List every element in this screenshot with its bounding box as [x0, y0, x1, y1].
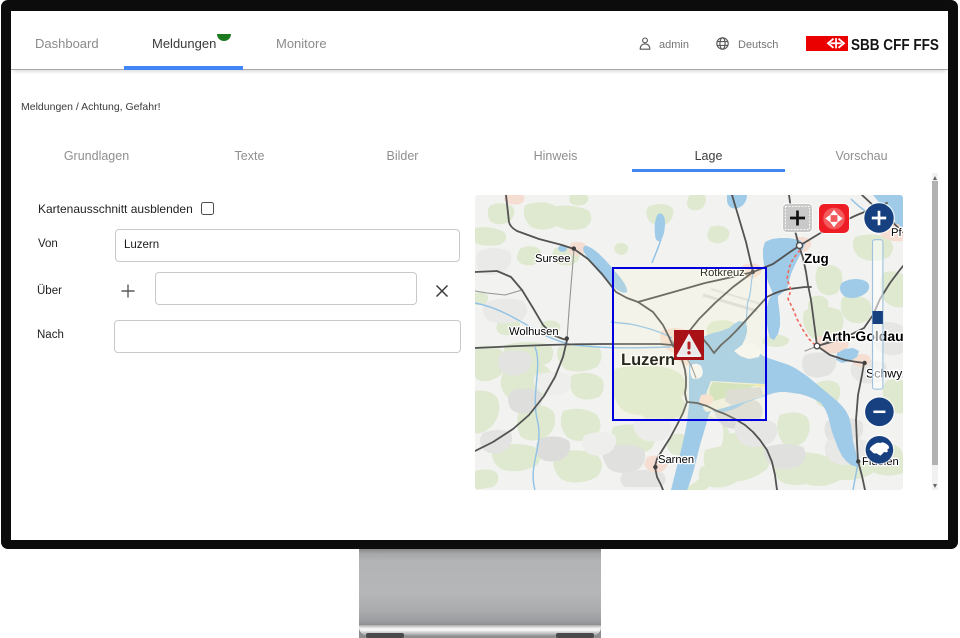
svg-text:Arth-Goldau: Arth-Goldau [822, 328, 903, 344]
svg-text:Wolhusen: Wolhusen [509, 326, 559, 338]
svg-text:Zug: Zug [804, 251, 829, 266]
svg-text:Sursee: Sursee [535, 253, 570, 265]
svg-text:Sarnen: Sarnen [658, 454, 694, 466]
svg-text:Schwyz: Schwyz [866, 367, 903, 381]
svg-text:Pf: Pf [891, 227, 902, 239]
